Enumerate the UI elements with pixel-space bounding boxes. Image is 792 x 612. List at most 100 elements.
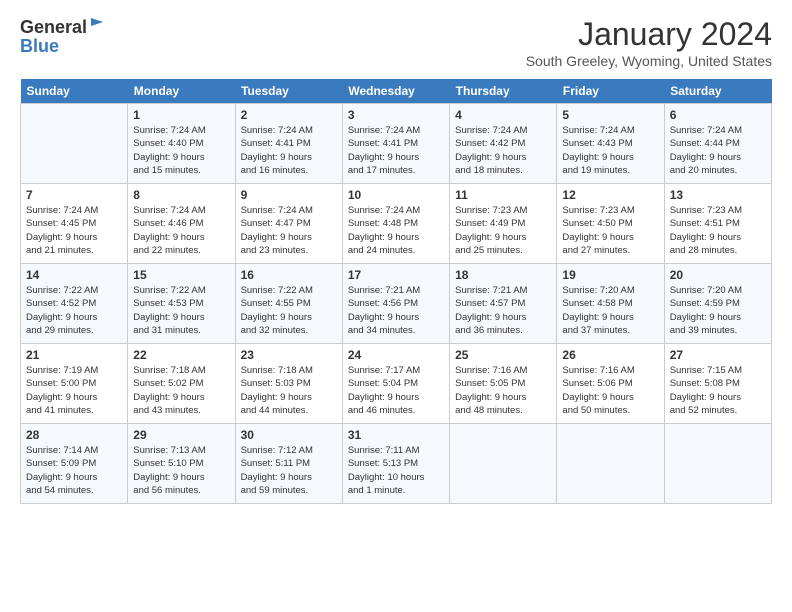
calendar-cell: 5 Sunrise: 7:24 AMSunset: 4:43 PMDaylight…: [557, 104, 664, 184]
calendar-cell: 2Sunrise: 7:24 AMSunset: 4:41 PMDaylight…: [235, 104, 342, 184]
calendar-week-row: 28 Sunrise: 7:14 AMSunset: 5:09 PMDayligh…: [21, 424, 772, 504]
month-year-title: January 2024: [526, 16, 772, 53]
day-number: 28: [26, 428, 122, 442]
calendar-cell: 31 Sunrise: 7:11 AMSunset: 5:13 PMDayligh…: [342, 424, 449, 504]
day-info: Sunrise: 7:21 AMSunset: 4:56 PMDaylight:…: [348, 284, 444, 337]
day-info: Sunrise: 7:14 AMSunset: 5:09 PMDaylight:…: [26, 444, 122, 497]
calendar-cell: 26Sunrise: 7:16 AMSunset: 5:06 PMDayligh…: [557, 344, 664, 424]
location-subtitle: South Greeley, Wyoming, United States: [526, 53, 772, 69]
logo: General Blue: [20, 16, 105, 57]
day-number: 30: [241, 428, 337, 442]
day-number: 18: [455, 268, 551, 282]
col-sunday: Sunday: [21, 79, 128, 104]
day-number: 7: [26, 188, 122, 202]
calendar-cell: 21 Sunrise: 7:19 AMSunset: 5:00 PMDayligh…: [21, 344, 128, 424]
day-number: 1: [133, 108, 229, 122]
calendar-cell: 8Sunrise: 7:24 AMSunset: 4:46 PMDaylight…: [128, 184, 235, 264]
calendar-cell: [450, 424, 557, 504]
calendar-cell: 6 Sunrise: 7:24 AMSunset: 4:44 PMDaylight…: [664, 104, 771, 184]
day-info: Sunrise: 7:24 AMSunset: 4:43 PMDaylight:…: [562, 124, 658, 177]
calendar-cell: 1 Sunrise: 7:24 AMSunset: 4:40 PMDaylight…: [128, 104, 235, 184]
calendar-cell: 24 Sunrise: 7:17 AMSunset: 5:04 PMDayligh…: [342, 344, 449, 424]
page-header: General Blue January 2024 South Greeley,…: [20, 16, 772, 69]
calendar-cell: 4Sunrise: 7:24 AMSunset: 4:42 PMDaylight…: [450, 104, 557, 184]
calendar-cell: [664, 424, 771, 504]
col-saturday: Saturday: [664, 79, 771, 104]
day-number: 10: [348, 188, 444, 202]
calendar-cell: [21, 104, 128, 184]
day-number: 2: [241, 108, 337, 122]
day-info: Sunrise: 7:16 AMSunset: 5:06 PMDaylight:…: [562, 364, 658, 417]
day-number: 3: [348, 108, 444, 122]
day-info: Sunrise: 7:24 AMSunset: 4:40 PMDaylight:…: [133, 124, 229, 177]
day-info: Sunrise: 7:22 AMSunset: 4:53 PMDaylight:…: [133, 284, 229, 337]
calendar-cell: 25 Sunrise: 7:16 AMSunset: 5:05 PMDayligh…: [450, 344, 557, 424]
day-info: Sunrise: 7:20 AMSunset: 4:59 PMDaylight:…: [670, 284, 766, 337]
calendar-cell: 20 Sunrise: 7:20 AMSunset: 4:59 PMDayligh…: [664, 264, 771, 344]
day-info: Sunrise: 7:13 AMSunset: 5:10 PMDaylight:…: [133, 444, 229, 497]
calendar-week-row: 14Sunrise: 7:22 AMSunset: 4:52 PMDayligh…: [21, 264, 772, 344]
day-number: 17: [348, 268, 444, 282]
calendar-cell: 10 Sunrise: 7:24 AMSunset: 4:48 PMDayligh…: [342, 184, 449, 264]
day-info: Sunrise: 7:18 AMSunset: 5:03 PMDaylight:…: [241, 364, 337, 417]
calendar-cell: 29 Sunrise: 7:13 AMSunset: 5:10 PMDayligh…: [128, 424, 235, 504]
day-info: Sunrise: 7:20 AMSunset: 4:58 PMDaylight:…: [562, 284, 658, 337]
day-number: 25: [455, 348, 551, 362]
day-number: 6: [670, 108, 766, 122]
day-number: 21: [26, 348, 122, 362]
calendar-cell: 18 Sunrise: 7:21 AMSunset: 4:57 PMDayligh…: [450, 264, 557, 344]
day-info: Sunrise: 7:16 AMSunset: 5:05 PMDaylight:…: [455, 364, 551, 417]
day-info: Sunrise: 7:19 AMSunset: 5:00 PMDaylight:…: [26, 364, 122, 417]
day-info: Sunrise: 7:12 AMSunset: 5:11 PMDaylight:…: [241, 444, 337, 497]
day-number: 24: [348, 348, 444, 362]
day-number: 5: [562, 108, 658, 122]
calendar-cell: 30 Sunrise: 7:12 AMSunset: 5:11 PMDayligh…: [235, 424, 342, 504]
day-info: Sunrise: 7:24 AMSunset: 4:42 PMDaylight:…: [455, 124, 551, 177]
logo-flag-icon: [89, 16, 105, 32]
day-info: Sunrise: 7:24 AMSunset: 4:48 PMDaylight:…: [348, 204, 444, 257]
day-number: 13: [670, 188, 766, 202]
day-number: 11: [455, 188, 551, 202]
day-number: 31: [348, 428, 444, 442]
day-number: 29: [133, 428, 229, 442]
calendar-cell: 27Sunrise: 7:15 AMSunset: 5:08 PMDayligh…: [664, 344, 771, 424]
calendar-cell: 19Sunrise: 7:20 AMSunset: 4:58 PMDayligh…: [557, 264, 664, 344]
calendar-cell: 12 Sunrise: 7:23 AMSunset: 4:50 PMDayligh…: [557, 184, 664, 264]
calendar-cell: 14Sunrise: 7:22 AMSunset: 4:52 PMDayligh…: [21, 264, 128, 344]
col-thursday: Thursday: [450, 79, 557, 104]
day-info: Sunrise: 7:17 AMSunset: 5:04 PMDaylight:…: [348, 364, 444, 417]
day-info: Sunrise: 7:23 AMSunset: 4:49 PMDaylight:…: [455, 204, 551, 257]
calendar-cell: 7 Sunrise: 7:24 AMSunset: 4:45 PMDaylight…: [21, 184, 128, 264]
col-wednesday: Wednesday: [342, 79, 449, 104]
calendar-week-row: 7 Sunrise: 7:24 AMSunset: 4:45 PMDaylight…: [21, 184, 772, 264]
day-number: 16: [241, 268, 337, 282]
day-info: Sunrise: 7:24 AMSunset: 4:41 PMDaylight:…: [348, 124, 444, 177]
day-info: Sunrise: 7:24 AMSunset: 4:44 PMDaylight:…: [670, 124, 766, 177]
calendar-cell: 9Sunrise: 7:24 AMSunset: 4:47 PMDaylight…: [235, 184, 342, 264]
day-info: Sunrise: 7:11 AMSunset: 5:13 PMDaylight:…: [348, 444, 444, 497]
calendar-cell: 15 Sunrise: 7:22 AMSunset: 4:53 PMDayligh…: [128, 264, 235, 344]
calendar-table: Sunday Monday Tuesday Wednesday Thursday…: [20, 79, 772, 504]
logo-blue-text: Blue: [20, 36, 59, 56]
calendar-cell: 28 Sunrise: 7:14 AMSunset: 5:09 PMDayligh…: [21, 424, 128, 504]
calendar-cell: [557, 424, 664, 504]
calendar-header-row: Sunday Monday Tuesday Wednesday Thursday…: [21, 79, 772, 104]
col-friday: Friday: [557, 79, 664, 104]
day-info: Sunrise: 7:23 AMSunset: 4:51 PMDaylight:…: [670, 204, 766, 257]
day-number: 15: [133, 268, 229, 282]
calendar-cell: 23 Sunrise: 7:18 AMSunset: 5:03 PMDayligh…: [235, 344, 342, 424]
day-info: Sunrise: 7:22 AMSunset: 4:55 PMDaylight:…: [241, 284, 337, 337]
day-info: Sunrise: 7:24 AMSunset: 4:47 PMDaylight:…: [241, 204, 337, 257]
calendar-cell: 22Sunrise: 7:18 AMSunset: 5:02 PMDayligh…: [128, 344, 235, 424]
day-number: 23: [241, 348, 337, 362]
calendar-week-row: 21 Sunrise: 7:19 AMSunset: 5:00 PMDayligh…: [21, 344, 772, 424]
day-number: 12: [562, 188, 658, 202]
title-block: January 2024 South Greeley, Wyoming, Uni…: [526, 16, 772, 69]
day-number: 20: [670, 268, 766, 282]
calendar-cell: 11 Sunrise: 7:23 AMSunset: 4:49 PMDayligh…: [450, 184, 557, 264]
day-info: Sunrise: 7:24 AMSunset: 4:45 PMDaylight:…: [26, 204, 122, 257]
col-monday: Monday: [128, 79, 235, 104]
day-number: 8: [133, 188, 229, 202]
day-info: Sunrise: 7:23 AMSunset: 4:50 PMDaylight:…: [562, 204, 658, 257]
day-info: Sunrise: 7:21 AMSunset: 4:57 PMDaylight:…: [455, 284, 551, 337]
